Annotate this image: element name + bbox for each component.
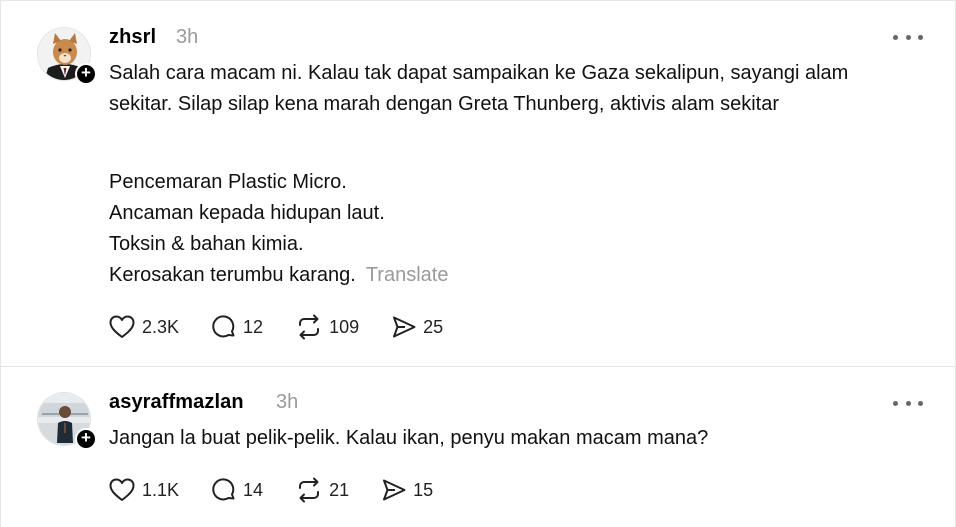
username[interactable]: zhsrl xyxy=(109,26,156,49)
reply-button[interactable]: 12 xyxy=(211,314,263,340)
list-line: Kerosakan terumbu karang. xyxy=(109,264,356,286)
share-count: 25 xyxy=(423,316,444,337)
post-paragraph: Salah cara macam ni. Kalau tak dapat sam… xyxy=(109,62,849,115)
list-line: Pencemaran Plastic Micro. xyxy=(109,171,347,193)
post-text: Jangan la buat pelik-pelik. Kalau ikan, … xyxy=(109,423,708,454)
post-time: 3h xyxy=(176,26,199,48)
heart-icon xyxy=(109,478,135,501)
post-time: 3h xyxy=(276,391,299,413)
share-icon xyxy=(383,479,406,501)
post-list: Pencemaran Plastic Micro. Ancaman kepada… xyxy=(109,167,448,291)
share-icon xyxy=(393,316,416,338)
list-line: Ancaman kepada hidupan laut. xyxy=(109,202,385,224)
repost-count: 109 xyxy=(329,316,360,337)
thread-post[interactable]: + zhsrl 3h Salah cara macam ni. Kalau ta… xyxy=(0,0,954,366)
reply-count: 12 xyxy=(243,316,264,337)
like-count: 2.3K xyxy=(142,316,180,337)
reply-button[interactable]: 14 xyxy=(211,477,263,503)
post-actions: 1.1K 14 21 15 xyxy=(108,477,465,503)
heart-icon xyxy=(109,315,135,338)
share-button[interactable]: 15 xyxy=(381,477,433,503)
username[interactable]: asyraffmazlan xyxy=(109,391,244,414)
like-button[interactable]: 1.1K xyxy=(108,477,179,503)
comment-icon xyxy=(212,315,235,338)
avatar[interactable]: + xyxy=(37,392,97,450)
repost-button[interactable]: 109 xyxy=(295,314,359,340)
thread-post[interactable]: + asyraffmazlan 3h Jangan la buat pelik-… xyxy=(0,367,954,526)
more-options-icon[interactable] xyxy=(893,398,923,408)
list-line: Toksin & bahan kimia. xyxy=(109,233,304,255)
comment-icon xyxy=(212,478,235,501)
repost-button[interactable]: 21 xyxy=(295,477,349,503)
post-paragraph: Jangan la buat pelik-pelik. Kalau ikan, … xyxy=(109,427,709,449)
follow-plus-icon[interactable]: + xyxy=(75,428,97,450)
reply-count: 14 xyxy=(243,479,264,500)
repost-count: 21 xyxy=(329,479,350,500)
post-actions: 2.3K 12 109 25 xyxy=(108,314,475,340)
more-options-icon[interactable] xyxy=(893,32,923,42)
post-text: Salah cara macam ni. Kalau tak dapat sam… xyxy=(109,58,909,120)
repost-icon xyxy=(299,477,320,503)
share-button[interactable]: 25 xyxy=(391,314,443,340)
repost-icon xyxy=(299,314,320,340)
like-count: 1.1K xyxy=(142,479,180,500)
share-count: 15 xyxy=(413,479,434,500)
avatar[interactable]: + xyxy=(37,27,97,85)
follow-plus-icon[interactable]: + xyxy=(75,63,97,85)
like-button[interactable]: 2.3K xyxy=(108,314,179,340)
translate-link[interactable]: Translate xyxy=(366,264,449,286)
